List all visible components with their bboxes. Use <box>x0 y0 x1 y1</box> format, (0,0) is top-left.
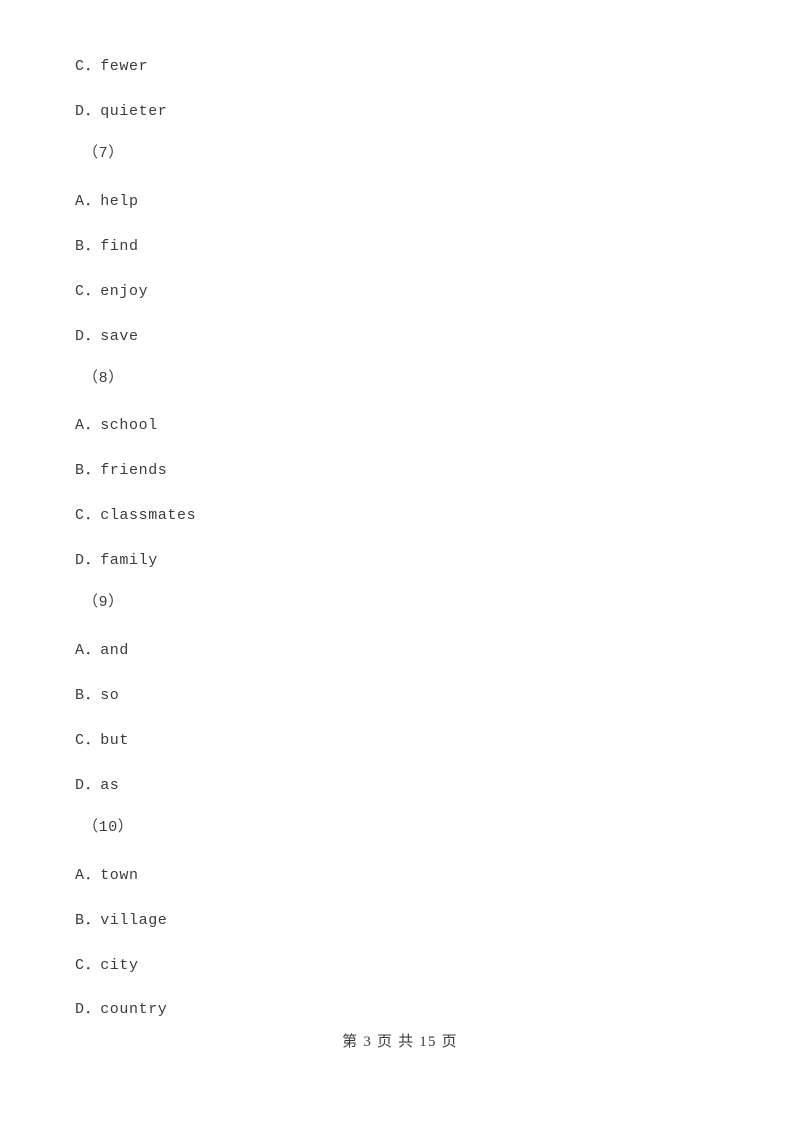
answer-option: A．and <box>75 642 130 659</box>
answer-option: C．city <box>75 957 139 974</box>
answer-option: A．school <box>75 417 158 434</box>
answer-option: B．village <box>75 912 168 929</box>
answer-option: C．classmates <box>75 507 197 524</box>
answer-option: C．enjoy <box>75 283 149 300</box>
answer-option: A．help <box>75 193 139 210</box>
question-number: （10） <box>83 819 134 836</box>
answer-option: D．family <box>75 552 158 569</box>
answer-option: B．so <box>75 687 120 704</box>
answer-option: C．fewer <box>75 58 149 75</box>
question-number: （9） <box>83 594 124 611</box>
answer-option: D．save <box>75 328 139 345</box>
answer-option: D．country <box>75 1001 168 1018</box>
answer-option: C．but <box>75 732 130 749</box>
page-footer: 第 3 页 共 15 页 <box>342 1034 458 1050</box>
question-number: （7） <box>83 145 124 162</box>
answer-option: B．find <box>75 238 139 255</box>
answer-option: D．quieter <box>75 103 168 120</box>
document-page: C．fewer D．quieter （7） A．help B．find C．enjoy D．… <box>0 0 800 1132</box>
answer-option: D．as <box>75 777 120 794</box>
question-number: （8） <box>83 370 124 387</box>
answer-option: A．town <box>75 867 139 884</box>
answer-option: B．friends <box>75 462 168 479</box>
